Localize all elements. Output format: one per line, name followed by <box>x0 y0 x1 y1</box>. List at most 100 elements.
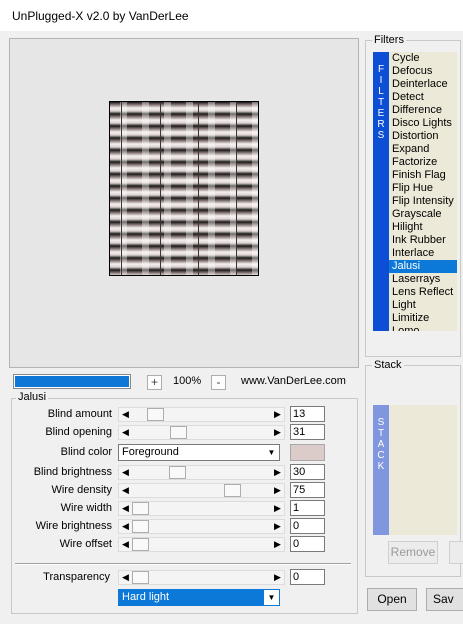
blend-mode-select[interactable]: Hard light ▼ <box>118 589 280 606</box>
window-title: UnPlugged-X v2.0 by VanDerLee <box>12 9 189 23</box>
param-slider[interactable]: ◀ ▶ <box>118 483 285 498</box>
arrow-right-icon[interactable]: ▶ <box>271 484 284 497</box>
filter-item[interactable]: Grayscale <box>389 208 457 221</box>
filter-item[interactable]: Jalusi <box>389 260 457 273</box>
filter-item[interactable]: Factorize <box>389 156 457 169</box>
blind-color-select[interactable]: Foreground ▼ <box>118 444 280 461</box>
filter-item[interactable]: Detect <box>389 91 457 104</box>
filter-item[interactable]: Flip Intensity <box>389 195 457 208</box>
arrow-right-icon[interactable]: ▶ <box>271 520 284 533</box>
filters-side-letter: I <box>379 75 383 86</box>
param-label: Wire width <box>60 502 112 514</box>
stack-list[interactable] <box>389 405 457 535</box>
arrow-right-icon[interactable]: ▶ <box>271 538 284 551</box>
param-slider[interactable]: ◀ ▶ <box>118 519 285 534</box>
transparency-value[interactable]: 0 <box>290 569 325 585</box>
transparency-slider[interactable]: ◀ ▶ <box>118 570 285 585</box>
stack-side-letter: T <box>377 428 385 439</box>
param-label: Wire offset <box>59 538 112 550</box>
filter-item[interactable]: Disco Lights <box>389 117 457 130</box>
slider-thumb[interactable] <box>132 502 149 515</box>
param-value[interactable]: 13 <box>290 406 325 422</box>
filter-list[interactable]: Cycle Defocus Deinterlace Detect Difference D… <box>389 52 457 331</box>
filter-item[interactable]: Cycle <box>389 52 457 65</box>
filters-side-letter: F <box>377 64 385 75</box>
stack-side-letter: A <box>377 439 385 450</box>
zoom-level: 100% <box>173 375 202 387</box>
jalusi-group-title: Jalusi <box>16 391 49 403</box>
arrow-left-icon[interactable]: ◀ <box>119 538 132 551</box>
slider-thumb[interactable] <box>132 520 149 533</box>
arrow-left-icon[interactable]: ◀ <box>119 466 132 479</box>
arrow-right-icon[interactable]: ▶ <box>271 571 284 584</box>
zoom-in-button[interactable]: + <box>147 375 162 390</box>
arrow-left-icon[interactable]: ◀ <box>119 571 132 584</box>
filters-side-letter: T <box>377 97 385 108</box>
param-value[interactable]: 0 <box>290 536 325 552</box>
arrow-left-icon[interactable]: ◀ <box>119 426 132 439</box>
filter-item[interactable]: Interlace <box>389 247 457 260</box>
filter-item[interactable]: Laserrays <box>389 273 457 286</box>
param-label: Blind opening <box>45 426 112 438</box>
filter-item[interactable]: Difference <box>389 104 457 117</box>
stack-side-letter: K <box>377 461 385 472</box>
param-value[interactable]: 1 <box>290 500 325 516</box>
stack-side-letter: C <box>377 450 385 461</box>
stack-side-label: STACK <box>373 405 389 535</box>
slider-thumb[interactable] <box>168 466 186 479</box>
filters-side-letter: L <box>378 86 384 97</box>
arrow-right-icon[interactable]: ▶ <box>271 502 284 515</box>
filter-item[interactable]: Lens Reflect <box>389 286 457 299</box>
param-value[interactable]: 75 <box>290 482 325 498</box>
filter-item[interactable]: Expand <box>389 143 457 156</box>
slider-thumb[interactable] <box>223 484 241 497</box>
filter-item[interactable]: Deinterlace <box>389 78 457 91</box>
remove-button[interactable]: Remove <box>388 541 438 564</box>
open-button[interactable]: Open <box>367 588 417 611</box>
slider-thumb[interactable] <box>169 426 187 439</box>
filter-item[interactable]: Defocus <box>389 65 457 78</box>
chevron-down-icon[interactable]: ▼ <box>264 590 279 605</box>
filter-item[interactable]: Light <box>389 299 457 312</box>
param-slider[interactable]: ◀ ▶ <box>118 425 285 440</box>
arrow-left-icon[interactable]: ◀ <box>119 520 132 533</box>
filter-item[interactable]: Lomo <box>389 325 457 331</box>
arrow-right-icon[interactable]: ▶ <box>271 466 284 479</box>
filter-item[interactable]: Hilight <box>389 221 457 234</box>
transparency-label: Transparency <box>43 571 110 583</box>
param-slider[interactable]: ◀ ▶ <box>118 501 285 516</box>
blind-color-label: Blind color <box>60 446 112 458</box>
filter-item[interactable]: Ink Rubber <box>389 234 457 247</box>
param-label: Blind amount <box>47 408 112 420</box>
slider-thumb[interactable] <box>132 571 149 584</box>
zoom-out-button[interactable]: - <box>211 375 226 390</box>
param-slider[interactable]: ◀ ▶ <box>118 407 285 422</box>
param-value[interactable]: 0 <box>290 518 325 534</box>
filter-item[interactable]: Distortion <box>389 130 457 143</box>
progress-fill <box>15 376 129 387</box>
arrow-right-icon[interactable]: ▶ <box>271 426 284 439</box>
stack-extra-button[interactable] <box>449 541 463 564</box>
param-slider[interactable]: ◀ ▶ <box>118 465 285 480</box>
slider-thumb[interactable] <box>132 538 149 551</box>
filters-side-letter: S <box>377 130 385 141</box>
arrow-left-icon[interactable]: ◀ <box>119 502 132 515</box>
blind-color-value: Foreground <box>122 446 179 458</box>
slider-thumb[interactable] <box>146 408 164 421</box>
param-value[interactable]: 31 <box>290 424 325 440</box>
filter-item[interactable]: Flip Hue <box>389 182 457 195</box>
arrow-right-icon[interactable]: ▶ <box>271 408 284 421</box>
param-label: Wire brightness <box>35 520 112 532</box>
arrow-left-icon[interactable]: ◀ <box>119 484 132 497</box>
filter-item[interactable]: Finish Flag <box>389 169 457 182</box>
progress-bar <box>13 374 131 389</box>
filter-item[interactable]: Limitize <box>389 312 457 325</box>
website-link[interactable]: www.VanDerLee.com <box>241 375 346 387</box>
blind-color-swatch[interactable] <box>290 444 325 461</box>
separator <box>15 563 351 565</box>
arrow-left-icon[interactable]: ◀ <box>119 408 132 421</box>
save-button[interactable]: Sav <box>426 588 463 611</box>
param-value[interactable]: 30 <box>290 464 325 480</box>
param-slider[interactable]: ◀ ▶ <box>118 537 285 552</box>
chevron-down-icon[interactable]: ▼ <box>264 445 279 460</box>
